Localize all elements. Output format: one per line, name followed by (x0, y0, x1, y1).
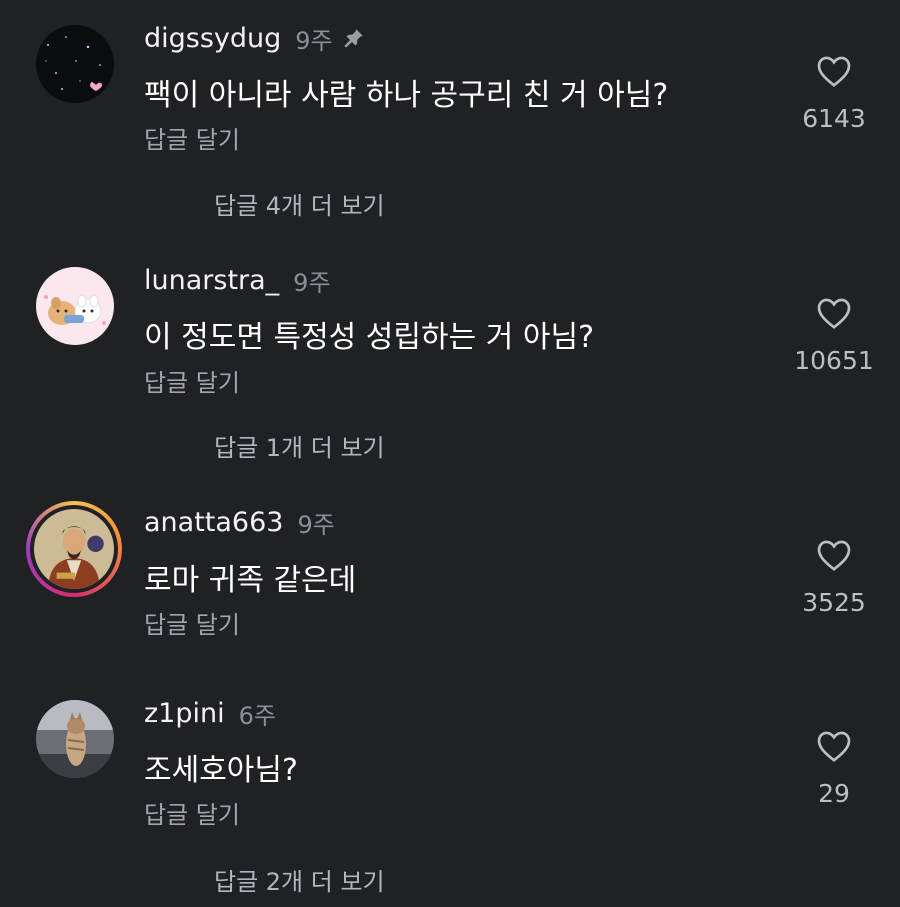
comment-meta: anatta663 9주 (144, 506, 335, 539)
like-count: 10651 (794, 346, 874, 375)
timestamp: 6주 (238, 701, 276, 730)
like-control: 6143 (794, 54, 874, 133)
reply-button[interactable]: 답글 달기 (144, 363, 240, 398)
comment-meta: lunarstra_ 9주 (144, 264, 331, 297)
comment-text: 조세호아님? (144, 753, 298, 788)
avatar[interactable] (36, 700, 114, 778)
timestamp: 9주 (297, 510, 335, 539)
heart-outline-icon[interactable] (816, 296, 852, 330)
view-more-replies-button[interactable]: 답글 4개 더 보기 (214, 186, 385, 221)
like-count: 3525 (802, 588, 866, 617)
comment-meta: digssydug 9주 (144, 22, 365, 55)
like-control: 10651 (794, 296, 874, 375)
username[interactable]: anatta663 (144, 507, 283, 538)
like-count: 29 (818, 779, 850, 808)
heart-outline-icon[interactable] (816, 538, 852, 572)
heart-outline-icon[interactable] (816, 54, 852, 88)
view-more-replies-button[interactable]: 답글 2개 더 보기 (214, 862, 385, 897)
like-control: 3525 (794, 538, 874, 617)
pin-icon (344, 29, 363, 48)
comment-text: 팩이 아니라 사람 하나 공구리 친 거 아님? (144, 78, 669, 113)
username[interactable]: lunarstra_ (144, 265, 279, 296)
comment-text: 이 정도면 특정성 성립하는 거 아님? (144, 320, 595, 355)
like-control: 29 (794, 729, 874, 808)
username[interactable]: digssydug (144, 23, 281, 54)
timestamp: 9주 (295, 26, 333, 55)
timestamp: 9주 (293, 268, 331, 297)
heart-outline-icon[interactable] (816, 729, 852, 763)
comment-text: 로마 귀족 같은데 (144, 563, 357, 598)
reply-button[interactable]: 답글 달기 (144, 605, 240, 640)
comment-meta: z1pini 6주 (144, 697, 276, 730)
like-count: 6143 (802, 104, 866, 133)
avatar[interactable] (36, 267, 114, 345)
avatar-with-story-ring[interactable] (26, 501, 122, 597)
avatar[interactable] (36, 25, 114, 103)
reply-button[interactable]: 답글 달기 (144, 795, 240, 830)
view-more-replies-button[interactable]: 답글 1개 더 보기 (214, 428, 385, 463)
username[interactable]: z1pini (144, 698, 225, 729)
reply-button[interactable]: 답글 달기 (144, 120, 240, 155)
